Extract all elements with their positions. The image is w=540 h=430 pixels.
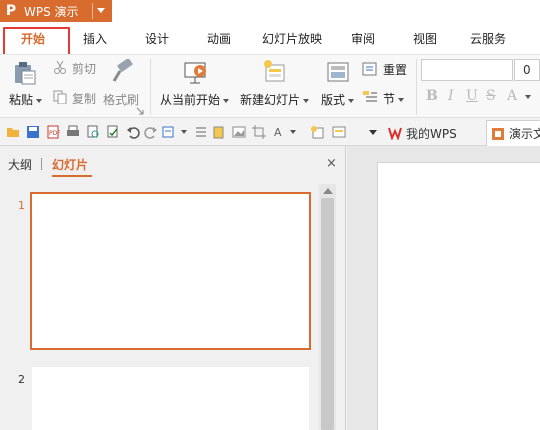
clipboard-dialog-launcher-icon[interactable] [136,107,144,115]
svg-text:PDF: PDF [49,130,60,137]
format-painter-button[interactable]: 格式刷 [103,91,139,108]
slide-canvas[interactable] [377,162,540,430]
section-icon [363,91,377,102]
crop-icon[interactable] [252,125,266,139]
tab-outline[interactable]: 大纲 [8,156,32,173]
play-from-current-button[interactable]: 从当前开始 [160,91,230,108]
tab-slideshow[interactable]: 幻灯片放映 [255,27,329,51]
slide-number: 1 [18,199,25,212]
ribbon-panel: 粘贴 剪切 复制 格式刷 从当前开始 新建幻灯片 版式 重置 节 0 B I U… [0,54,540,118]
ribbon-tabs: 开始 插入 设计 动画 幻灯片放映 审阅 视图 云服务 [0,24,540,54]
align-icon[interactable] [194,125,208,139]
panel-tab-divider [41,158,42,170]
app-menu-button[interactable]: P WPS 演示 [0,0,112,22]
section-dropdown-icon [398,97,405,102]
scissors-icon [54,60,66,74]
new-slide-dropdown-icon [303,98,310,103]
panel-tabs: 大纲 幻灯片 × [0,146,346,178]
font-color-dropdown-icon[interactable] [525,95,531,99]
section-label: 节 [383,92,396,106]
format-painter-icon[interactable] [110,59,134,85]
reset-icon [362,62,377,76]
ribbon-divider [150,59,151,115]
svg-text:A: A [274,126,282,139]
slides-panel: 大纲 幻灯片 × 1 2 [0,146,346,430]
copy-icon [53,90,67,104]
play-from-current-icon[interactable] [183,59,209,85]
format-icon[interactable] [162,125,176,139]
play-from-current-label: 从当前开始 [160,93,221,107]
new-slide-label: 新建幻灯片 [240,93,301,107]
picture-icon[interactable] [232,125,246,139]
font-color-button[interactable]: A [507,88,517,104]
quick-access-toolbar: PDF A 我的WPS 演示文 [0,118,540,146]
bold-button[interactable]: B [426,88,438,104]
strikethrough-button[interactable]: S [486,88,496,104]
slide-thumbnail-1[interactable] [30,192,311,350]
layout-dropdown-icon [348,98,355,103]
layout-button[interactable]: 版式 [321,91,355,108]
underline-button[interactable]: U [466,88,478,104]
vertical-scrollbar[interactable] [319,184,336,430]
scrollbar-thumb[interactable] [321,198,334,430]
redo-icon[interactable] [144,125,158,139]
tab-presentation-label: 演示文 [508,127,540,141]
cut-button[interactable]: 剪切 [72,60,96,77]
new-item-icon[interactable] [310,125,324,139]
paste-special-icon[interactable] [212,125,226,139]
title-bar: P WPS 演示 [0,0,540,24]
paste-button[interactable]: 粘贴 [9,91,43,108]
tab-animation[interactable]: 动画 [194,27,244,51]
paste-icon[interactable] [12,61,38,85]
tab-view[interactable]: 视图 [400,27,450,51]
tab-my-wps[interactable]: 我的WPS [384,120,461,146]
section-button[interactable]: 节 [383,90,405,107]
tab-design[interactable]: 设计 [132,27,182,51]
play-dropdown-icon [223,98,230,103]
ribbon-divider [416,59,417,115]
layout-label: 版式 [321,93,346,107]
print-icon[interactable] [66,125,80,139]
export-pdf-icon[interactable]: PDF [46,125,60,139]
tab-cloud-service[interactable]: 云服务 [460,27,516,51]
wps-logo-icon: P [5,3,17,19]
new-slide-icon[interactable] [262,59,288,85]
tab-review[interactable]: 审阅 [338,27,388,51]
active-tab-indicator [52,175,92,177]
paste-label: 粘贴 [9,93,34,107]
presentation-doc-icon [491,127,504,140]
tab-presentation[interactable]: 演示文 [486,120,540,146]
tab-my-wps-label: 我的WPS [406,126,457,141]
font-name-select[interactable] [421,59,513,81]
font-size-select[interactable]: 0 [514,59,540,81]
new-slide-button[interactable]: 新建幻灯片 [240,91,310,108]
close-icon[interactable]: × [326,156,337,171]
app-menu-divider [92,3,93,19]
slide-thumbnail-2[interactable] [32,367,309,430]
format-dropdown-icon[interactable] [181,130,187,134]
print-preview-icon[interactable] [86,125,100,139]
reset-button[interactable]: 重置 [383,61,407,78]
open-folder-icon[interactable] [6,125,20,139]
tab-slides[interactable]: 幻灯片 [52,156,88,173]
spell-check-icon[interactable] [106,125,120,139]
paste-dropdown-icon [36,98,43,103]
tab-insert[interactable]: 插入 [70,27,120,51]
text-color-icon[interactable]: A [272,125,286,139]
scroll-up-icon[interactable] [323,188,333,194]
italic-button[interactable]: I [448,88,454,104]
slide-number: 2 [18,373,25,386]
slide-sorter-icon[interactable] [332,125,346,139]
app-name: WPS 演示 [24,4,79,19]
text-color-dropdown-icon[interactable] [290,130,296,134]
undo-icon[interactable] [126,125,140,139]
app-menu-dropdown-icon[interactable] [97,8,105,13]
wps-logo-icon [388,127,402,140]
toolbar-more-icon[interactable] [369,130,377,135]
copy-button[interactable]: 复制 [72,90,96,107]
save-icon[interactable] [26,125,40,139]
layout-icon[interactable] [326,61,350,83]
